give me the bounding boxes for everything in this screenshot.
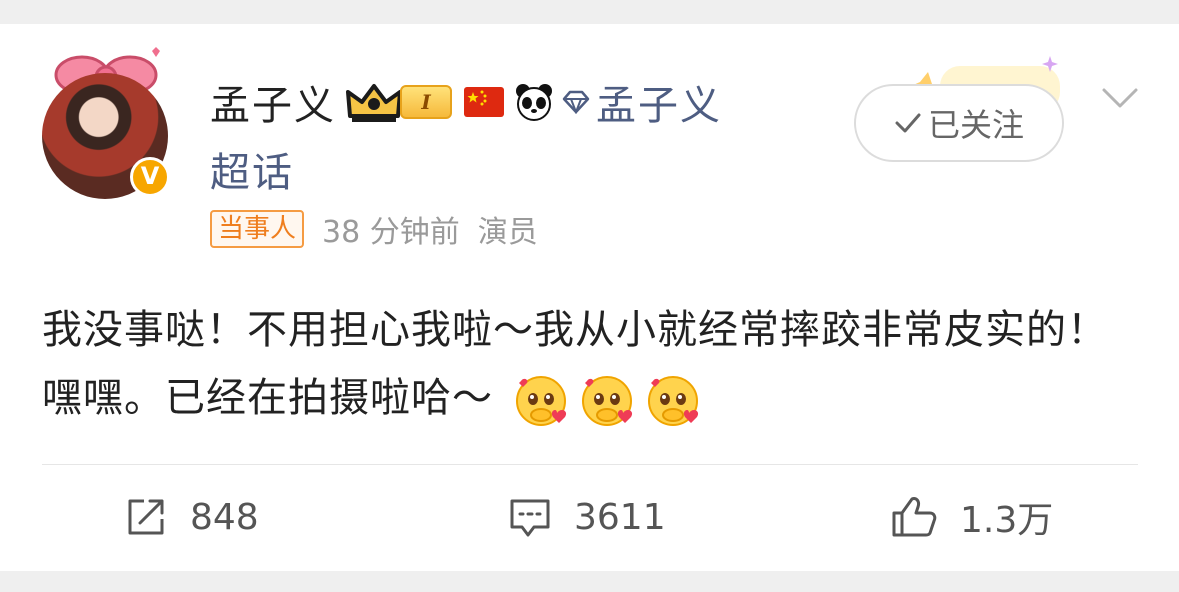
comment-button[interactable]: 3611 — [508, 490, 666, 544]
repost-icon — [128, 499, 164, 535]
username[interactable]: 孟子义 — [210, 73, 336, 131]
emoji-icon — [581, 376, 632, 426]
emoji-icon — [647, 376, 698, 426]
repost-button[interactable]: 848 — [124, 490, 259, 544]
verified-v-icon: V — [130, 157, 170, 197]
post-card: V 孟子义 I 孟子义 超话 当事人 38 分钟前 演员 已关注 我没事哒！不用… — [0, 24, 1179, 571]
meta-row: 当事人 38 分钟前 演员 — [210, 208, 538, 250]
check-icon — [895, 113, 921, 133]
party-tag: 当事人 — [210, 210, 305, 248]
post-time: 38 分钟前 — [322, 215, 460, 250]
follow-label: 已关注 — [927, 106, 1024, 144]
flag-icon — [464, 87, 504, 117]
like-count: 1.3万 — [960, 500, 1054, 541]
comment-count: 3611 — [574, 496, 666, 538]
repost-count: 848 — [190, 496, 259, 538]
post-body: 我没事哒！不用担心我啦～我从小就经常摔跤非常皮实的！嘿嘿。已经在拍摄啦哈～ — [42, 296, 1142, 432]
divider — [42, 464, 1138, 465]
level-badge[interactable]: I — [400, 85, 452, 119]
user-role: 演员 — [477, 215, 538, 250]
emoji-group — [513, 371, 711, 429]
avatar-container[interactable]: V — [42, 45, 172, 199]
name-row: 孟子义 I 孟子义 — [210, 72, 722, 132]
panda-icon — [516, 84, 552, 121]
chevron-down-icon[interactable] — [1100, 86, 1140, 110]
diamond-icon — [562, 90, 590, 114]
like-icon — [892, 497, 937, 537]
emoji-icon — [515, 376, 566, 426]
like-button[interactable]: 1.3万 — [890, 490, 1053, 544]
topic-link-suffix[interactable]: 超话 — [210, 140, 294, 198]
topic-link[interactable]: 孟子义 — [596, 73, 722, 131]
crown-icon[interactable] — [344, 80, 404, 124]
follow-button[interactable]: 已关注 — [854, 84, 1064, 162]
comment-icon — [510, 499, 550, 537]
